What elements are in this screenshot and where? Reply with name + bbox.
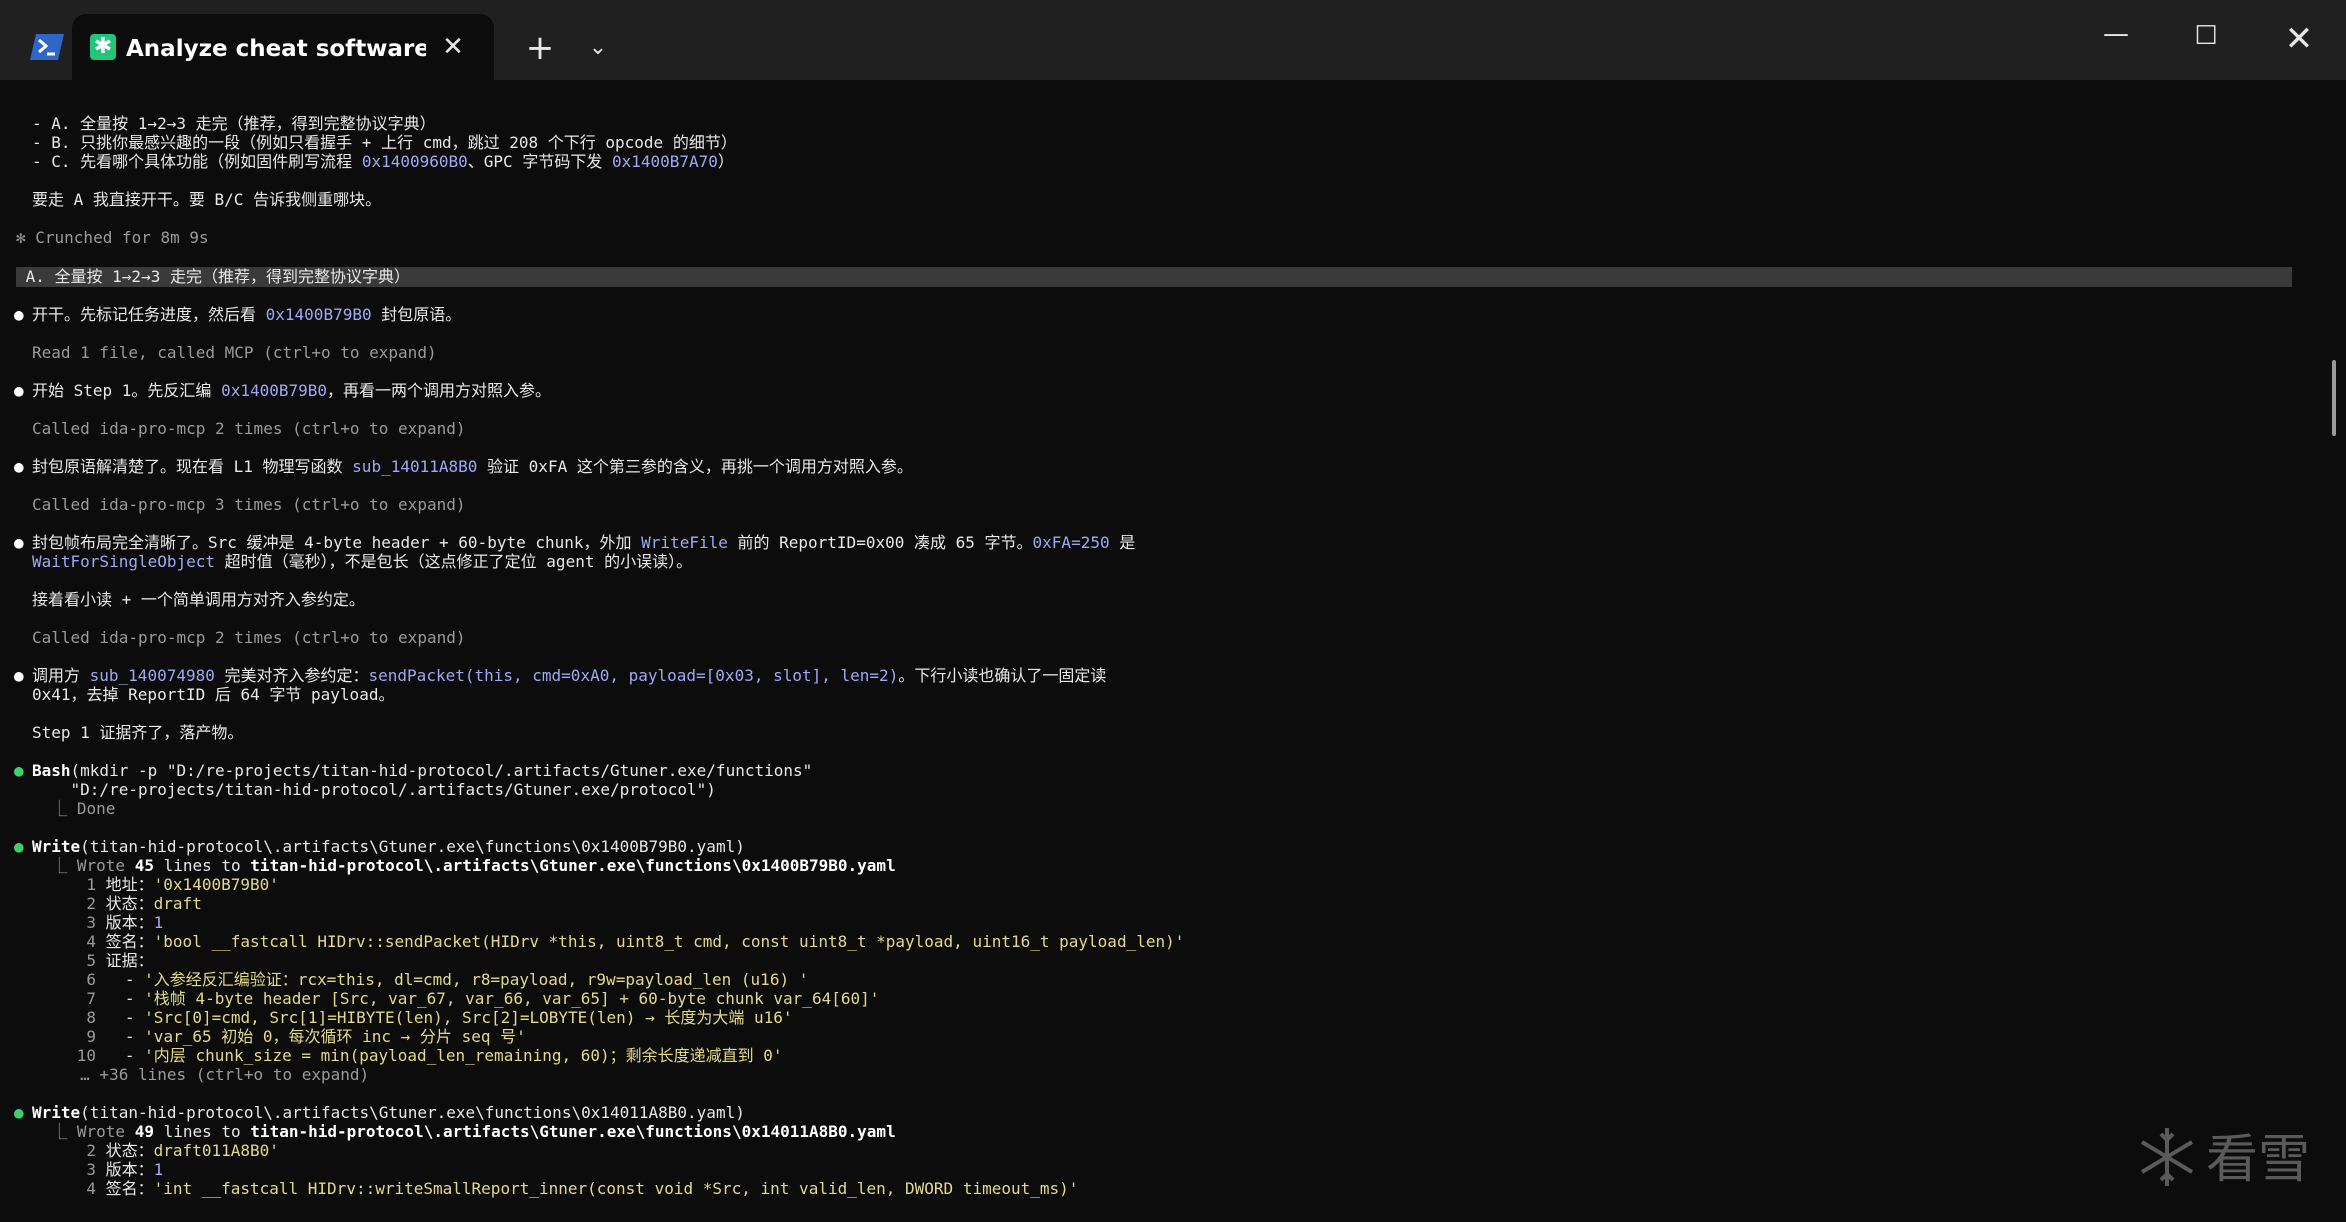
yaml-line: 1 地址：'0x1400B79B0'	[86, 875, 279, 894]
powershell-icon[interactable]	[30, 32, 64, 62]
new-tab-button[interactable]: +	[520, 28, 560, 68]
message: Step 1 证据齐了，落产物。	[32, 723, 244, 742]
bullet-icon: ●	[14, 666, 24, 685]
bullet-green-icon: ●	[14, 837, 24, 856]
message-cont: WaitForSingleObject 超时值（毫秒），不是包长（这点修正了定位…	[32, 552, 693, 571]
crunched-status: ✻ Crunched for 8m 9s	[16, 228, 209, 247]
maximize-button[interactable]: ☐	[2186, 16, 2226, 56]
tool-summary[interactable]: Called ida-pro-mcp 2 times (ctrl+o to ex…	[32, 628, 465, 648]
message: 开干。先标记任务进度，然后看 0x1400B79B0 封包原语。	[32, 305, 462, 324]
bullet-icon: ●	[14, 457, 24, 476]
yaml-line: 4 签名：'bool __fastcall HIDrv::sendPacket(…	[86, 932, 1185, 951]
yaml-line: 10 - '内层 chunk_size = min(payload_len_re…	[76, 1046, 783, 1065]
write-result: ⎿ Wrote 45 lines to titan-hid-protocol\.…	[32, 856, 896, 875]
option-c: - C. 先看哪个具体功能（例如固件刷写流程 0x1400960B0、GPC 字…	[32, 152, 734, 171]
bash-result: ⎿ Done	[32, 799, 116, 818]
write-call: Write(titan-hid-protocol\.artifacts\Gtun…	[32, 1103, 745, 1122]
bullet-green-icon: ●	[14, 1103, 24, 1122]
title-bar: ✱ Analyze cheat software har ✕ + ⌄ — ☐ ✕	[0, 0, 2346, 80]
minimize-button[interactable]: —	[2096, 16, 2136, 56]
yaml-line: 7 - '栈帧 4-byte header [Src, var_67, var_…	[86, 989, 880, 1008]
yaml-line: 5 证据：	[86, 951, 154, 970]
yaml-line: 3 版本：1	[86, 913, 164, 932]
watermark: 看雪	[2134, 1124, 2324, 1194]
bash-command-cont: "D:/re-projects/titan-hid-protocol/.arti…	[32, 780, 716, 799]
bullet-green-icon: ●	[14, 761, 24, 780]
yaml-line: 6 - '入参经反汇编验证：rcx=this, dl=cmd, r8=paylo…	[86, 970, 809, 989]
option-b: - B. 只挑你最感兴趣的一段（例如只看握手 + 上行 cmd，跳过 208 个…	[32, 133, 737, 152]
message: 接着看小读 + 一个简单调用方对齐入参约定。	[32, 590, 365, 609]
scrollbar-thumb[interactable]	[2332, 360, 2336, 436]
snowflake-icon	[2140, 1128, 2194, 1186]
bullet-icon: ●	[14, 381, 24, 400]
close-window-button[interactable]: ✕	[2276, 16, 2322, 62]
tool-summary[interactable]: Called ida-pro-mcp 3 times (ctrl+o to ex…	[32, 495, 465, 515]
message-cont: 0x41，去掉 ReportID 后 64 字节 payload。	[32, 685, 395, 704]
terminal-output[interactable]: - A. 全量按 1→2→3 走完（推荐，得到完整协议字典） - B. 只挑你最…	[0, 80, 2320, 1222]
bullet-icon: ●	[14, 533, 24, 552]
tab-active[interactable]: ✱ Analyze cheat software har ✕	[72, 14, 494, 80]
expand-hint[interactable]: … +36 lines (ctrl+o to expand)	[32, 1065, 369, 1085]
yaml-line: 4 签名：'int __fastcall HIDrv::writeSmallRe…	[86, 1179, 1079, 1198]
prompt-text: 要走 A 我直接开干。要 B/C 告诉我侧重哪块。	[32, 190, 382, 209]
yaml-line: 2 状态：draft	[86, 894, 202, 913]
write-result: ⎿ Wrote 49 lines to titan-hid-protocol\.…	[32, 1122, 896, 1141]
yaml-line: 9 - 'var_65 初始 0，每次循环 inc → 分片 seq 号'	[86, 1027, 526, 1046]
selected-option: A. 全量按 1→2→3 走完（推荐，得到完整协议字典）	[16, 267, 410, 286]
yaml-line: 3 版本：1	[86, 1160, 164, 1179]
write-call: Write(titan-hid-protocol\.artifacts\Gtun…	[32, 837, 745, 856]
tab-title: Analyze cheat software har	[126, 36, 426, 62]
message: 调用方 sub_140074980 完美对齐入参约定：sendPacket(th…	[32, 666, 1107, 685]
yaml-line: 8 - 'Src[0]=cmd, Src[1]=HIBYTE(len), Src…	[86, 1008, 793, 1027]
option-a: - A. 全量按 1→2→3 走完（推荐，得到完整协议字典）	[32, 114, 436, 133]
chevron-down-icon[interactable]: ⌄	[578, 28, 618, 68]
app-icon: ✱	[90, 34, 116, 60]
bash-command: Bash(mkdir -p "D:/re-projects/titan-hid-…	[32, 761, 813, 780]
yaml-line: 2 状态：draft011A8B0'	[86, 1141, 279, 1160]
message: 封包帧布局完全清晰了。Src 缓冲是 4-byte header + 60-by…	[32, 533, 1136, 552]
message: 开始 Step 1。先反汇编 0x1400B79B0，再看一两个调用方对照入参。	[32, 381, 552, 400]
tool-summary[interactable]: Called ida-pro-mcp 2 times (ctrl+o to ex…	[32, 419, 465, 439]
bullet-icon: ●	[14, 305, 24, 324]
tool-summary[interactable]: Read 1 file, called MCP (ctrl+o to expan…	[32, 343, 437, 363]
message: 封包原语解清楚了。现在看 L1 物理写函数 sub_14011A8B0 验证 0…	[32, 457, 913, 476]
watermark-text: 看雪	[2206, 1130, 2311, 1190]
scrollbar[interactable]	[2326, 80, 2340, 1222]
close-tab-icon[interactable]: ✕	[438, 32, 468, 62]
